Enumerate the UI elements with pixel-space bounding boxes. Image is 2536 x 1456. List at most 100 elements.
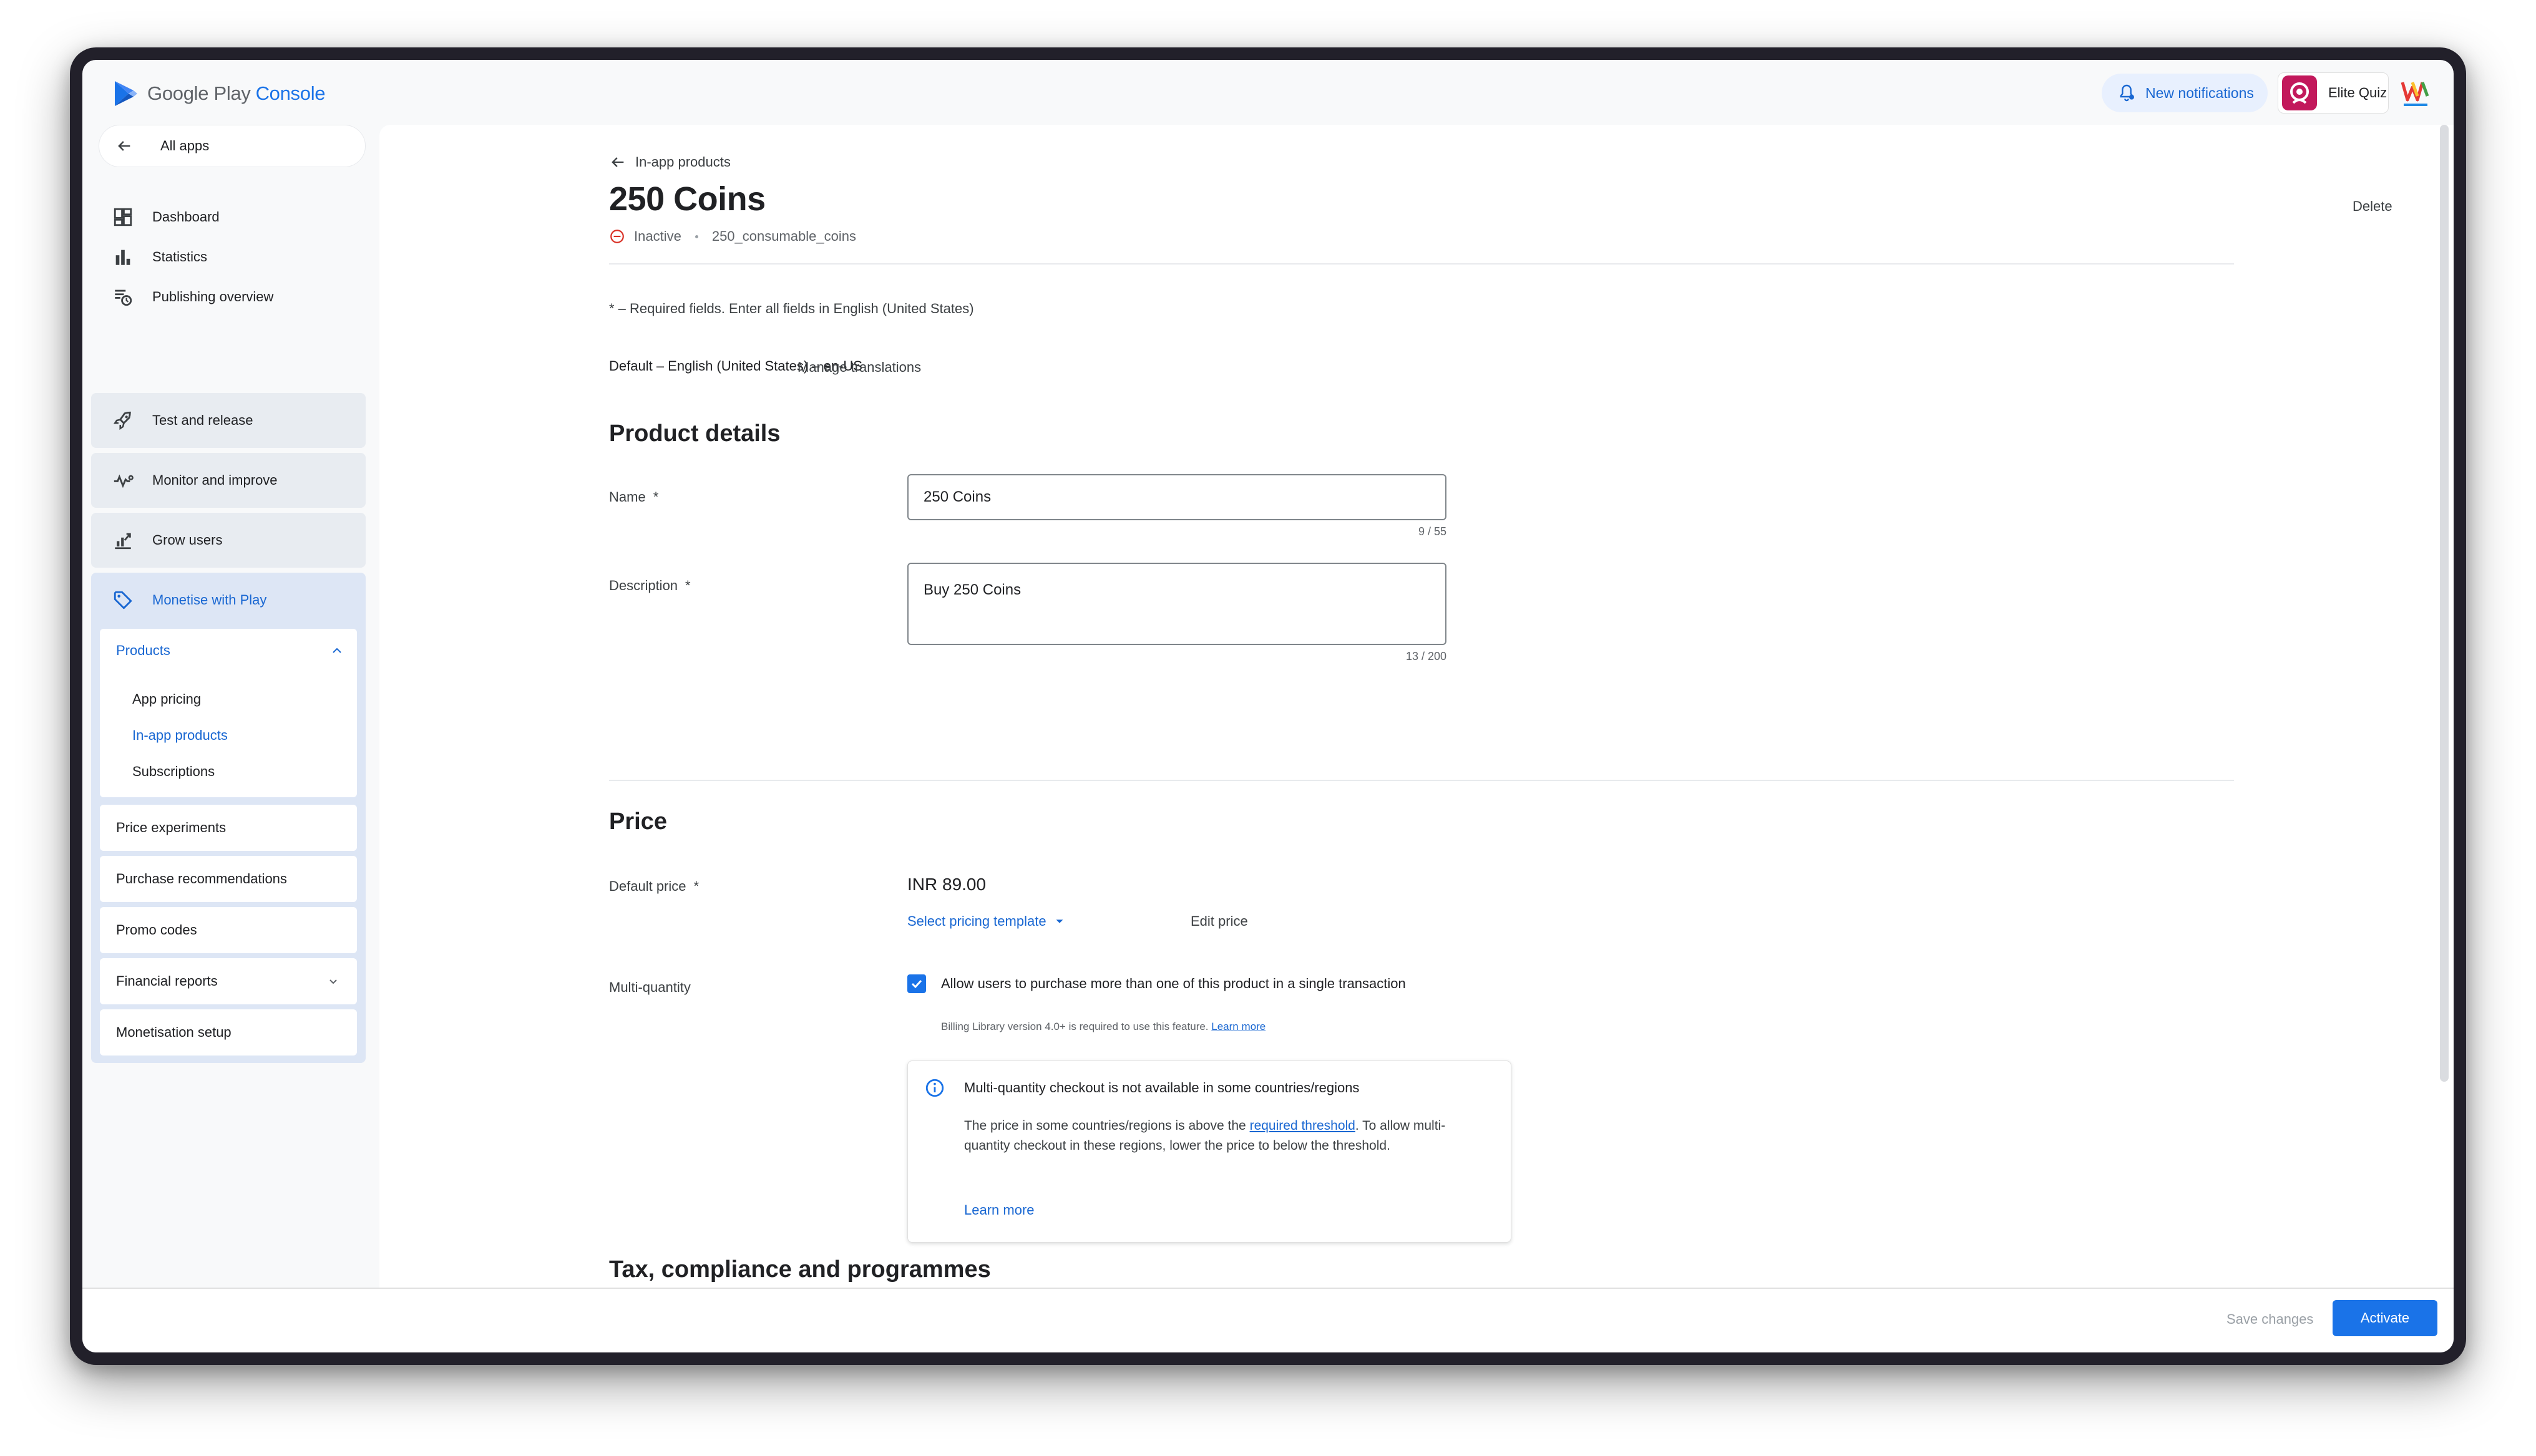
sidebar-item-dashboard[interactable]: Dashboard [91, 198, 366, 236]
sidebar-item-subscriptions[interactable]: Subscriptions [132, 764, 215, 780]
info-card-title: Multi-quantity checkout is not available… [964, 1080, 1360, 1095]
info-body-text: The price in some countries/regions is a… [964, 1119, 1250, 1133]
developer-logo-icon[interactable] [2400, 77, 2432, 109]
required-mark: * [653, 489, 659, 505]
arrow-back-icon [118, 141, 130, 151]
all-apps-label: All apps [160, 138, 210, 153]
main-scrollbar[interactable] [2440, 125, 2449, 1082]
sidebar-section-test-and-release[interactable]: Test and release [91, 393, 366, 448]
name-label: Name * [609, 489, 658, 505]
description-input[interactable]: Buy 250 Coins [907, 563, 1446, 645]
description-char-counter: 13 / 200 [1405, 650, 1446, 662]
multi-quantity-info-card: Multi-quantity checkout is not available… [907, 1060, 1511, 1243]
default-price-label: Default price * [609, 878, 699, 895]
sidebar-item-in-app-products[interactable]: In-app products [132, 727, 228, 744]
notifications-label: New notifications [2145, 84, 2254, 101]
product-id: 250_consumable_coins [711, 228, 856, 244]
sidebar-item-price-experiments[interactable]: Price experiments [100, 805, 357, 851]
sidebar-item-app-pricing[interactable]: App pricing [132, 691, 201, 707]
select-pricing-template-dropdown[interactable]: Select pricing template [907, 913, 1066, 929]
products-label: Products [116, 643, 170, 658]
manage-translations-button[interactable]: Manage translations [797, 359, 921, 376]
sidebar-item-label: Promo codes [116, 922, 197, 938]
section-divider [609, 780, 2234, 781]
name-input[interactable] [907, 474, 1446, 520]
back-to-in-app-products-link[interactable]: In-app products [609, 153, 731, 171]
rocket-icon [113, 411, 131, 430]
bottom-action-bar: Save changes Activate [82, 1288, 2454, 1352]
activate-button[interactable]: Activate [2333, 1300, 2437, 1336]
product-status-row: Inactive 250_consumable_coins [609, 228, 856, 245]
edit-price-button[interactable]: Edit price [1191, 913, 1248, 929]
sidebar-item-publishing-overview[interactable]: Publishing overview [91, 278, 366, 316]
sidebar-item-financial-reports[interactable]: Financial reports [100, 958, 357, 1004]
account-switcher[interactable]: Elite Quiz [2278, 72, 2389, 114]
sidebar-item-statistics[interactable]: Statistics [91, 238, 366, 276]
required-threshold-link[interactable]: required threshold [1250, 1119, 1355, 1133]
separator-dot [695, 235, 698, 238]
publish-clock-icon [115, 289, 132, 306]
required-fields-note: * – Required fields. Enter all fields in… [609, 301, 974, 316]
info-learn-more-link[interactable]: Learn more [964, 1202, 1035, 1218]
top-bar: Google Play Console New notifications Eli… [82, 60, 2454, 125]
checkmark-icon [911, 979, 922, 989]
avatar [2282, 75, 2317, 110]
dropdown-arrow-icon [1056, 920, 1063, 923]
multi-quantity-checkbox-label[interactable]: Allow users to purchase more than one of… [941, 976, 1406, 992]
pulse-icon [114, 474, 134, 488]
name-char-counter: 9 / 55 [1418, 525, 1446, 538]
new-notifications-button[interactable]: New notifications [2102, 74, 2268, 112]
sidebar-section-label: Test and release [152, 412, 253, 428]
required-mark: * [693, 878, 700, 894]
dashboard-icon [114, 208, 132, 226]
sidebar-section-grow-users[interactable]: Grow users [91, 513, 366, 568]
info-card-body: The price in some countries/regions is a… [964, 1116, 1476, 1156]
sidebar-section-monitor-and-improve[interactable]: Monitor and improve [91, 453, 366, 508]
growth-icon [115, 533, 131, 550]
arrow-back-icon [612, 157, 624, 167]
billing-library-note: Billing Library version 4.0+ is required… [941, 1021, 1266, 1033]
app-avatar-icon [2290, 82, 2309, 104]
info-icon [925, 1079, 944, 1097]
status-badge: Inactive [634, 228, 681, 244]
sidebar-item-purchase-recommendations[interactable]: Purchase recommendations [100, 856, 357, 902]
description-label-text: Description [609, 578, 678, 593]
sidebar-item-monetisation-setup[interactable]: Monetisation setup [100, 1009, 357, 1056]
logo-secondary: Console [255, 82, 326, 104]
sidebar-item-label: Financial reports [116, 973, 218, 989]
monetise-label: Monetise with Play [152, 592, 267, 608]
inactive-status-icon [610, 230, 624, 243]
save-changes-button[interactable]: Save changes [2226, 1311, 2313, 1327]
billing-learn-more-link[interactable]: Learn more [1211, 1021, 1266, 1032]
products-group: Products App pricing In-app products Sub… [100, 629, 357, 797]
sidebar-section-label: Grow users [152, 532, 223, 548]
chevron-down-icon [329, 979, 337, 984]
sidebar-item-label: Statistics [152, 249, 208, 265]
monetise-with-play-button[interactable]: Monetise with Play [91, 573, 366, 628]
google-play-console-logo[interactable]: Google Play Console [112, 76, 326, 111]
logo-primary: Google Play [147, 82, 251, 104]
header-divider [609, 263, 2234, 265]
tag-icon [114, 591, 132, 609]
chevron-up-icon [333, 648, 341, 653]
description-label: Description * [609, 578, 691, 594]
default-price-label-text: Default price [609, 878, 686, 894]
products-toggle[interactable]: Products [116, 643, 344, 659]
multi-quantity-checkbox[interactable] [907, 974, 926, 993]
sidebar-item-label: Price experiments [116, 820, 227, 835]
sidebar-item-label: Dashboard [152, 209, 220, 225]
price-title: Price [609, 808, 667, 835]
page-title: 250 Coins [609, 180, 766, 218]
sidebar-item-label: Monetisation setup [116, 1024, 232, 1040]
all-apps-button[interactable]: All apps [99, 125, 366, 167]
required-mark: * [685, 578, 691, 593]
sidebar-section-monetise: Monetise with Play Products App pricing … [91, 573, 366, 1063]
sidebar-item-label: Publishing overview [152, 289, 274, 304]
delete-button[interactable]: Delete [2353, 198, 2392, 215]
sidebar-item-label: Purchase recommendations [116, 871, 287, 886]
sidebar-item-promo-codes[interactable]: Promo codes [100, 907, 357, 953]
play-logo-icon [115, 81, 137, 106]
app-window: Google Play Console New notifications Eli… [82, 60, 2454, 1352]
product-details-title: Product details [609, 420, 781, 447]
select-pricing-template-label: Select pricing template [907, 913, 1046, 929]
